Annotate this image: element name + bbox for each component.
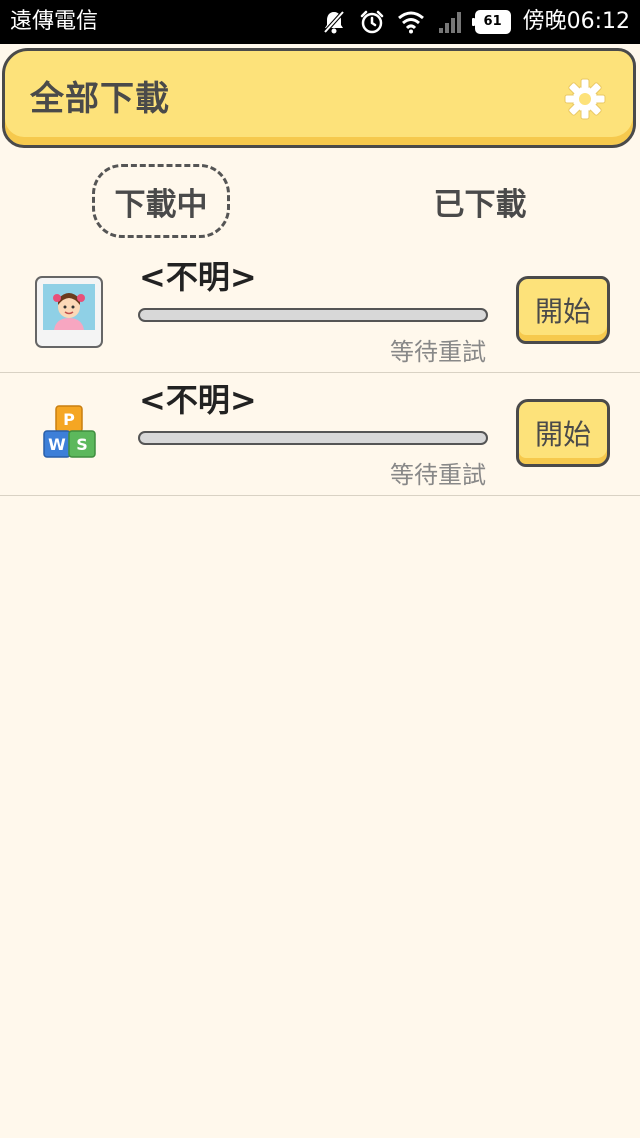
status-bar: 遠傳電信 61 傍晚06:12 bbox=[0, 0, 640, 44]
svg-text:S: S bbox=[76, 435, 88, 454]
status-clock: 傍晚06:12 bbox=[522, 9, 630, 34]
office-app-icon: P W S bbox=[42, 404, 96, 460]
tab-downloading[interactable]: 下載中 bbox=[92, 164, 230, 238]
app-header: 全部下載 bbox=[2, 48, 636, 148]
settings-button[interactable] bbox=[563, 77, 607, 121]
notifications-muted-icon bbox=[321, 9, 347, 35]
download-status: 等待重試 bbox=[390, 338, 486, 366]
list-item: P W S <不明> 等待重試 開始 bbox=[0, 374, 640, 496]
page-title: 全部下載 bbox=[30, 79, 170, 119]
download-name: <不明> bbox=[139, 381, 257, 419]
status-icons: 61 傍晚06:12 bbox=[321, 6, 630, 38]
battery-icon: 61 bbox=[471, 10, 511, 34]
alarm-icon bbox=[359, 9, 385, 35]
progress-bar bbox=[138, 308, 488, 322]
svg-text:P: P bbox=[63, 410, 75, 429]
start-button[interactable]: 開始 bbox=[516, 276, 610, 344]
list-item: <不明> 等待重試 開始 bbox=[0, 251, 640, 373]
svg-text:W: W bbox=[48, 435, 66, 454]
progress-bar bbox=[138, 431, 488, 445]
start-button[interactable]: 開始 bbox=[516, 399, 610, 467]
download-status: 等待重試 bbox=[390, 461, 486, 489]
carrier-name: 遠傳電信 bbox=[10, 9, 99, 34]
download-name: <不明> bbox=[139, 258, 257, 296]
tab-downloaded[interactable]: 已下載 bbox=[410, 164, 550, 238]
wifi-icon bbox=[397, 10, 425, 34]
signal-icon bbox=[437, 10, 463, 34]
photo-app-icon bbox=[34, 275, 104, 349]
gear-icon bbox=[564, 78, 606, 120]
